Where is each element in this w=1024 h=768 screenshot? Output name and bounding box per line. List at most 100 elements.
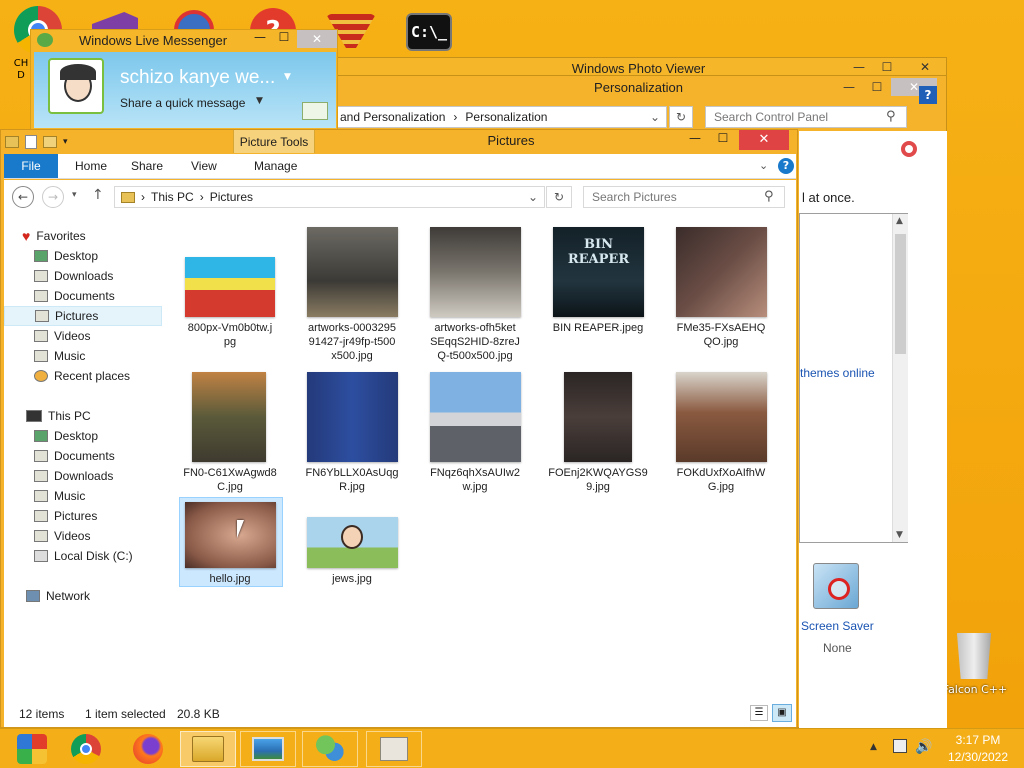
file-item[interactable]: FMe35-FXsAEHQ QO.jpg bbox=[666, 321, 776, 349]
nav-pc-downloads[interactable]: Downloads bbox=[34, 466, 194, 486]
mail-icon[interactable] bbox=[302, 102, 328, 120]
thumbnail-image[interactable] bbox=[564, 372, 632, 462]
cmd-desktop-icon[interactable]: C:\_ bbox=[406, 13, 452, 51]
thumbnail-image[interactable] bbox=[307, 517, 398, 568]
thumbnail-image[interactable] bbox=[307, 227, 398, 317]
recent-locations-icon[interactable]: ▾ bbox=[72, 190, 77, 200]
recycle-bin-icon[interactable] bbox=[956, 633, 992, 679]
thumbnail-image[interactable] bbox=[307, 372, 398, 462]
theme-list-scrollbar[interactable]: ▲ ▼ bbox=[892, 214, 908, 542]
taskbar-firefox[interactable] bbox=[120, 731, 176, 767]
messenger-close-button[interactable]: ✕ bbox=[297, 30, 337, 48]
messenger-minimize-button[interactable]: — bbox=[249, 30, 271, 44]
tab-manage[interactable]: Manage bbox=[254, 159, 297, 173]
file-item[interactable]: artworks-0003295 91427-jr49fp-t500 x500.jp… bbox=[297, 321, 407, 363]
details-view-icon[interactable]: ☰ bbox=[750, 705, 768, 721]
thumbnail-image[interactable] bbox=[676, 372, 767, 462]
themes-online-link[interactable]: themes online bbox=[800, 366, 875, 380]
large-icons-view-icon[interactable]: ▣ bbox=[772, 704, 792, 722]
tab-file[interactable]: File bbox=[4, 154, 58, 178]
file-item[interactable]: FN6YbLLX0AsUqg R.jpg bbox=[297, 466, 407, 494]
explorer-maximize-button[interactable]: ☐ bbox=[709, 131, 737, 145]
file-item[interactable]: 800px-Vm0b0tw.j pg bbox=[175, 321, 285, 349]
quick-message-dropdown-icon[interactable]: ▼ bbox=[256, 96, 263, 106]
tab-share[interactable]: Share bbox=[131, 159, 163, 173]
nav-fav-pictures[interactable]: Pictures bbox=[4, 306, 162, 326]
lifebuoy-icon[interactable] bbox=[901, 141, 917, 157]
taskbar-chrome[interactable] bbox=[58, 731, 114, 767]
nav-fav-documents[interactable]: Documents bbox=[34, 286, 194, 306]
thumbnail-image[interactable] bbox=[676, 227, 767, 317]
refresh-icon[interactable]: ↻ bbox=[546, 186, 572, 208]
breadcrumb-item[interactable]: Personalization bbox=[465, 110, 547, 124]
file-item[interactable]: artworks-ofh5ket SEqqS2HID-8zreJ Q-t500x50… bbox=[420, 321, 530, 363]
thumbnail-image[interactable] bbox=[430, 372, 521, 462]
search-icon[interactable]: ⚲ bbox=[886, 109, 896, 124]
taskbar-photo-viewer[interactable] bbox=[240, 731, 296, 767]
new-folder-icon[interactable] bbox=[43, 136, 57, 148]
ribbon-expand-icon[interactable]: ⌄ bbox=[759, 159, 768, 172]
control-panel-search-input[interactable]: Search Control Panel bbox=[705, 106, 907, 128]
tab-view[interactable]: View bbox=[191, 159, 217, 173]
file-item[interactable]: BIN REAPER.jpeg bbox=[543, 321, 653, 335]
messenger-maximize-button[interactable]: ☐ bbox=[273, 30, 295, 44]
thumbnail-image[interactable]: BIN REAPER bbox=[553, 227, 644, 317]
properties-icon[interactable] bbox=[25, 135, 37, 149]
avatar[interactable] bbox=[48, 58, 104, 114]
nav-favorites[interactable]: ♥ Favorites bbox=[22, 226, 182, 246]
messenger-username[interactable]: schizo kanye we... bbox=[120, 67, 275, 89]
taskbar-messenger[interactable] bbox=[302, 731, 358, 767]
file-item[interactable]: hello.jpg bbox=[175, 572, 285, 586]
scroll-thumb[interactable] bbox=[895, 234, 906, 354]
control-panel-maximize-button[interactable]: ☐ bbox=[863, 78, 891, 96]
chevron-down-icon[interactable]: ⌄ bbox=[650, 110, 660, 124]
explorer-minimize-button[interactable]: — bbox=[681, 131, 709, 145]
messenger-window[interactable]: Windows Live Messenger — ☐ ✕ schizo kany… bbox=[30, 29, 338, 130]
nav-pc-desktop[interactable]: Desktop bbox=[34, 426, 194, 446]
file-item[interactable]: FOEnj2KWQAYGS9 9.jpg bbox=[543, 466, 653, 494]
quick-access-toolbar[interactable]: ▾ bbox=[5, 133, 97, 151]
tab-home[interactable]: Home bbox=[75, 159, 107, 173]
status-dropdown-icon[interactable]: ▼ bbox=[284, 72, 291, 82]
screen-saver-label[interactable]: Screen Saver bbox=[801, 619, 874, 633]
clock-time[interactable]: 3:17 PM bbox=[940, 733, 1016, 747]
nav-fav-recent[interactable]: Recent places bbox=[34, 366, 194, 386]
up-button[interactable]: ↑ bbox=[92, 187, 104, 203]
photo-viewer-close-button[interactable]: ✕ bbox=[905, 58, 945, 76]
explorer-close-button[interactable]: ✕ bbox=[739, 130, 789, 150]
nav-fav-downloads[interactable]: Downloads bbox=[34, 266, 194, 286]
taskbar-explorer[interactable] bbox=[180, 731, 236, 767]
help-icon[interactable]: ? bbox=[778, 158, 794, 174]
folder-icon[interactable] bbox=[5, 136, 19, 148]
nav-pc-music[interactable]: Music bbox=[34, 486, 194, 506]
chevron-down-icon[interactable]: ⌄ bbox=[528, 190, 538, 204]
nav-pc-localdisk[interactable]: Local Disk (C:) bbox=[34, 546, 194, 566]
breadcrumb-item[interactable]: Pictures bbox=[210, 190, 253, 204]
file-item[interactable]: FNqz6qhXsAUIw2 w.jpg bbox=[420, 466, 530, 494]
file-item[interactable]: FOKdUxfXoAIfhW G.jpg bbox=[666, 466, 776, 494]
recycle-bin-label[interactable]: Falcon C++ bbox=[940, 683, 1010, 696]
nav-pc-videos[interactable]: Videos bbox=[34, 526, 194, 546]
thumbnail-image[interactable] bbox=[192, 372, 266, 462]
photo-viewer-maximize-button[interactable]: ☐ bbox=[873, 58, 901, 76]
help-icon[interactable]: ? bbox=[919, 86, 937, 104]
network-tray-icon[interactable] bbox=[893, 739, 907, 753]
breadcrumb-item[interactable]: This PC bbox=[151, 190, 194, 204]
nav-fav-desktop[interactable]: Desktop bbox=[34, 246, 194, 266]
taskbar-control-panel[interactable] bbox=[366, 731, 422, 767]
nav-fav-music[interactable]: Music bbox=[34, 346, 194, 366]
start-button[interactable] bbox=[4, 731, 60, 767]
volume-icon[interactable]: 🔊 bbox=[915, 739, 932, 755]
screen-saver-icon[interactable] bbox=[813, 563, 859, 609]
file-item[interactable]: FN0-C61XwAgwd8 C.jpg bbox=[175, 466, 285, 494]
nav-pc-pictures[interactable]: Pictures bbox=[34, 506, 194, 526]
nav-thispc[interactable]: This PC bbox=[26, 406, 186, 426]
refresh-icon[interactable]: ↻ bbox=[669, 106, 693, 128]
thumbnail-image[interactable] bbox=[430, 227, 521, 317]
quick-message-input[interactable]: Share a quick message bbox=[120, 96, 245, 110]
scroll-up-arrow[interactable]: ▲ bbox=[896, 216, 903, 226]
show-hidden-icons-icon[interactable]: ▲ bbox=[870, 742, 877, 752]
thumbnail-image[interactable] bbox=[185, 502, 276, 568]
thumbnail-image[interactable] bbox=[185, 257, 275, 317]
explorer-window[interactable]: ▾ Picture Tools Pictures — ☐ ✕ File Home… bbox=[0, 129, 798, 728]
